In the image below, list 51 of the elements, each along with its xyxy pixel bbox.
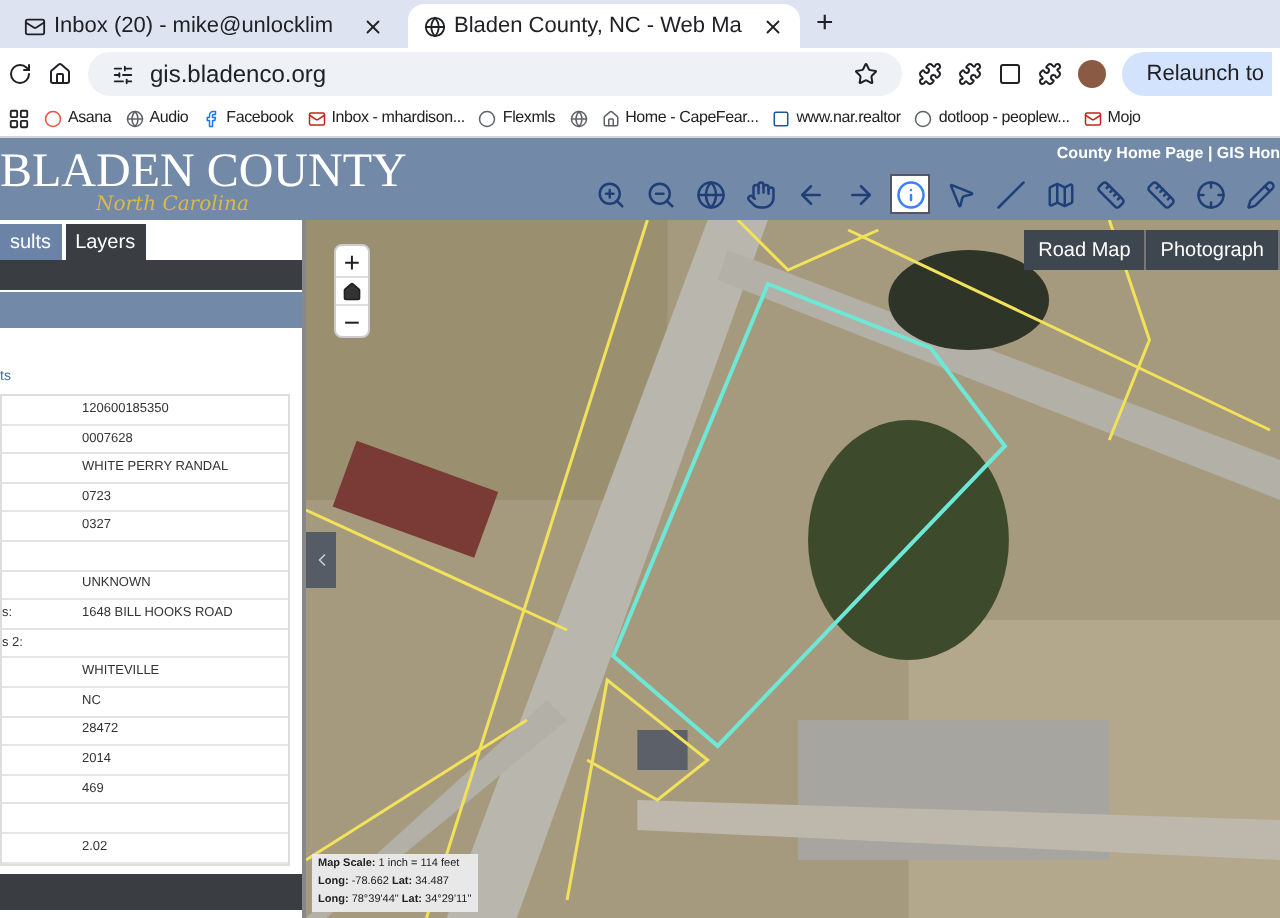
house-icon[interactable] bbox=[601, 109, 620, 127]
info-icon[interactable] bbox=[890, 174, 930, 214]
bookmark-link[interactable]: Facebook bbox=[226, 106, 294, 130]
extensions-icon[interactable] bbox=[1038, 62, 1063, 86]
logo-title: BLADEN COUNTY bbox=[0, 150, 407, 194]
close-icon[interactable] bbox=[362, 15, 384, 37]
mail-icon bbox=[24, 15, 46, 37]
reload-icon[interactable] bbox=[8, 62, 32, 86]
close-icon[interactable] bbox=[762, 15, 784, 37]
globe-icon[interactable] bbox=[569, 109, 588, 127]
bookmark-link[interactable]: Flexmls bbox=[502, 106, 556, 130]
browser-tab[interactable]: Inbox (20) - mike@unlocklim bbox=[8, 4, 400, 48]
home-icon[interactable] bbox=[48, 62, 72, 86]
basemap-button[interactable]: Road Map bbox=[1024, 230, 1147, 270]
panel-tab[interactable]: Layers bbox=[65, 224, 146, 260]
bookmark-link[interactable]: www.nar.realtor bbox=[796, 106, 901, 130]
bookmark-star-icon[interactable] bbox=[854, 62, 879, 86]
mail-icon[interactable] bbox=[1083, 109, 1102, 127]
bookmark-link[interactable]: Mojo bbox=[1107, 106, 1141, 130]
extension-icon[interactable] bbox=[918, 62, 943, 86]
bookmark-link[interactable]: Inbox - mhardison... bbox=[331, 106, 465, 130]
panel-tab[interactable]: sults bbox=[0, 224, 62, 260]
globe-icon[interactable] bbox=[125, 109, 144, 127]
facebook-icon[interactable] bbox=[202, 109, 221, 127]
apps-icon[interactable] bbox=[8, 107, 30, 129]
relaunch-button[interactable]: Relaunch to bbox=[1122, 52, 1272, 96]
bookmark-link[interactable]: Asana bbox=[68, 106, 112, 130]
extension-icon[interactable] bbox=[998, 62, 1023, 86]
header-links[interactable]: County Home Page | GIS Hon bbox=[1056, 142, 1280, 166]
zoom-out-button[interactable]: − bbox=[336, 306, 368, 336]
browser-tab[interactable]: Bladen County, NC - Web Ma bbox=[408, 4, 800, 48]
bookmark-link[interactable]: Home - CapeFear... bbox=[625, 106, 759, 130]
address-bar[interactable]: gis.bladenco.org bbox=[88, 52, 903, 96]
tab-title: Inbox (20) - mike@unlocklim bbox=[54, 11, 336, 42]
circle-icon[interactable] bbox=[478, 109, 497, 127]
home-button[interactable] bbox=[336, 276, 368, 306]
circle-icon[interactable] bbox=[44, 109, 62, 127]
globe-icon bbox=[424, 15, 446, 37]
new-tab-button[interactable]: + bbox=[808, 1, 842, 47]
avatar[interactable] bbox=[1078, 60, 1107, 88]
zoom-in-button[interactable]: + bbox=[336, 246, 368, 276]
extension-icon[interactable] bbox=[958, 62, 983, 86]
tab-title: Bladen County, NC - Web Ma bbox=[454, 11, 744, 42]
mail-icon[interactable] bbox=[307, 109, 326, 127]
square-icon[interactable] bbox=[772, 109, 791, 127]
basemap-button[interactable]: Photograph bbox=[1146, 230, 1280, 270]
logo-subtitle: North Carolina bbox=[96, 194, 249, 216]
bookmark-link[interactable]: Audio bbox=[149, 106, 189, 130]
circle-icon[interactable] bbox=[914, 109, 933, 127]
site-settings-icon[interactable] bbox=[112, 63, 134, 85]
bookmark-link[interactable]: dotloop - peoplew... bbox=[938, 106, 1070, 130]
